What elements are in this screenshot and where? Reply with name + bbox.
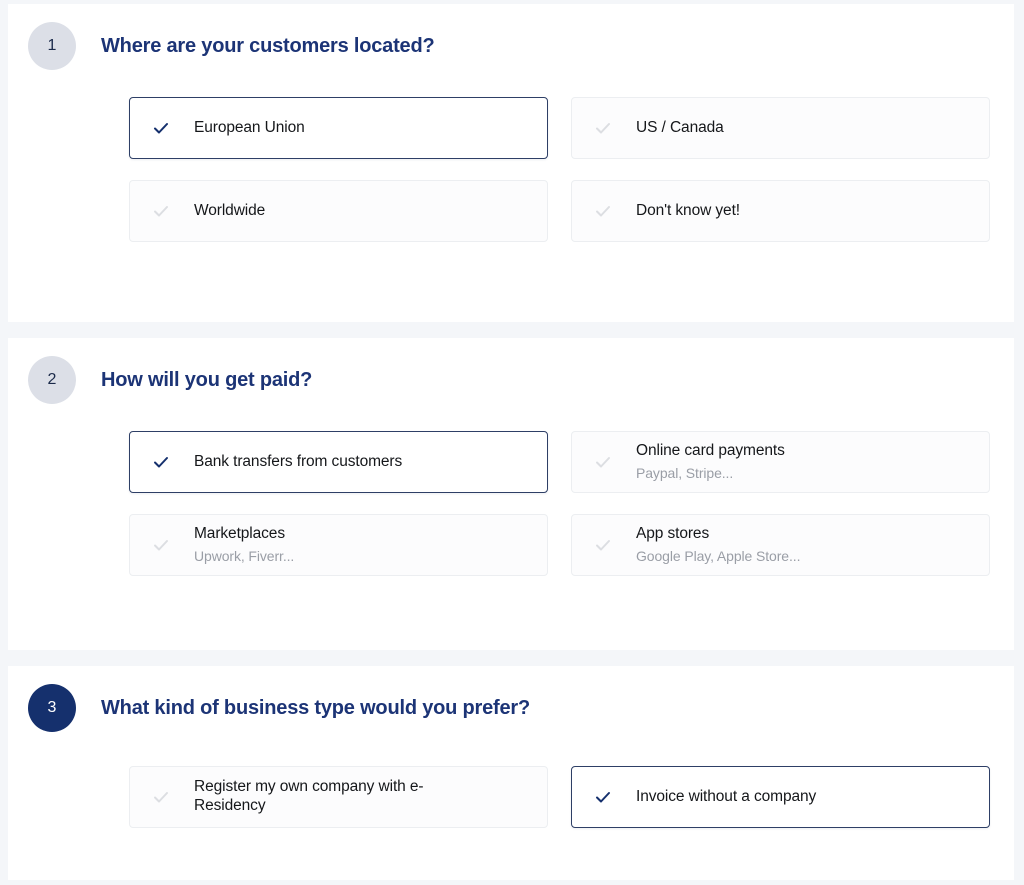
option-text: Register my own company with e-Residency bbox=[194, 778, 494, 816]
check-icon bbox=[592, 451, 614, 473]
option-app-stores[interactable]: App stores Google Play, Apple Store... bbox=[571, 514, 990, 576]
step-title-3: What kind of business type would you pre… bbox=[101, 696, 531, 719]
option-title: Online card payments bbox=[636, 441, 785, 459]
option-european-union[interactable]: European Union bbox=[129, 97, 548, 159]
option-title: European Union bbox=[194, 118, 305, 136]
option-title: Bank transfers from customers bbox=[194, 452, 403, 470]
options-grid-1: European Union US / Canada Worldwide Don… bbox=[8, 97, 1014, 242]
option-text: Online card payments Paypal, Stripe... bbox=[636, 442, 785, 482]
option-title: Register my own company with e-Residency bbox=[194, 778, 424, 814]
check-icon bbox=[150, 200, 172, 222]
option-subtitle: Google Play, Apple Store... bbox=[636, 547, 801, 564]
option-title: Invoice without a company bbox=[636, 787, 817, 805]
check-icon bbox=[592, 534, 614, 556]
option-text: Invoice without a company bbox=[636, 788, 816, 807]
step-header-2: 2 How will you get paid? bbox=[8, 338, 1014, 404]
option-online-card-payments[interactable]: Online card payments Paypal, Stripe... bbox=[571, 431, 990, 493]
step-title-1: Where are your customers located? bbox=[101, 34, 435, 57]
option-register-company-e-residency[interactable]: Register my own company with e-Residency bbox=[129, 766, 548, 828]
option-dont-know-yet[interactable]: Don't know yet! bbox=[571, 180, 990, 242]
option-title: US / Canada bbox=[636, 118, 724, 136]
option-text: Worldwide bbox=[194, 202, 265, 221]
option-invoice-without-company[interactable]: Invoice without a company bbox=[571, 766, 990, 828]
step-panel-1: 1 Where are your customers located? Euro… bbox=[8, 4, 1014, 322]
options-grid-2: Bank transfers from customers Online car… bbox=[8, 431, 1014, 576]
option-text: Marketplaces Upwork, Fiverr... bbox=[194, 525, 294, 565]
option-title: App stores bbox=[636, 524, 710, 542]
check-icon bbox=[592, 117, 614, 139]
step-number-badge-2: 2 bbox=[28, 356, 76, 404]
step-panel-3: 3 What kind of business type would you p… bbox=[8, 666, 1014, 880]
option-us-canada[interactable]: US / Canada bbox=[571, 97, 990, 159]
check-icon bbox=[150, 117, 172, 139]
option-bank-transfers[interactable]: Bank transfers from customers bbox=[129, 431, 548, 493]
option-subtitle: Upwork, Fiverr... bbox=[194, 547, 295, 564]
option-title: Don't know yet! bbox=[636, 201, 740, 219]
option-title: Marketplaces bbox=[194, 524, 285, 542]
step-header-1: 1 Where are your customers located? bbox=[8, 4, 1014, 70]
onboarding-wizard: 1 Where are your customers located? Euro… bbox=[0, 0, 1024, 885]
step-title-2: How will you get paid? bbox=[101, 368, 313, 391]
option-text: Bank transfers from customers bbox=[194, 453, 402, 472]
option-text: App stores Google Play, Apple Store... bbox=[636, 525, 800, 565]
option-marketplaces[interactable]: Marketplaces Upwork, Fiverr... bbox=[129, 514, 548, 576]
step-number-badge-3: 3 bbox=[28, 684, 76, 732]
options-grid-3: Register my own company with e-Residency… bbox=[8, 766, 1014, 828]
check-icon bbox=[150, 534, 172, 556]
option-title: Worldwide bbox=[194, 201, 266, 219]
check-icon bbox=[150, 451, 172, 473]
step-number-badge-1: 1 bbox=[28, 22, 76, 70]
step-header-3: 3 What kind of business type would you p… bbox=[8, 666, 1014, 732]
check-icon bbox=[592, 786, 614, 808]
option-text: US / Canada bbox=[636, 119, 724, 138]
option-text: Don't know yet! bbox=[636, 202, 740, 221]
step-panel-2: 2 How will you get paid? Bank transfers … bbox=[8, 338, 1014, 650]
option-text: European Union bbox=[194, 119, 305, 138]
option-worldwide[interactable]: Worldwide bbox=[129, 180, 548, 242]
check-icon bbox=[592, 200, 614, 222]
check-icon bbox=[150, 786, 172, 808]
option-subtitle: Paypal, Stripe... bbox=[636, 464, 734, 481]
